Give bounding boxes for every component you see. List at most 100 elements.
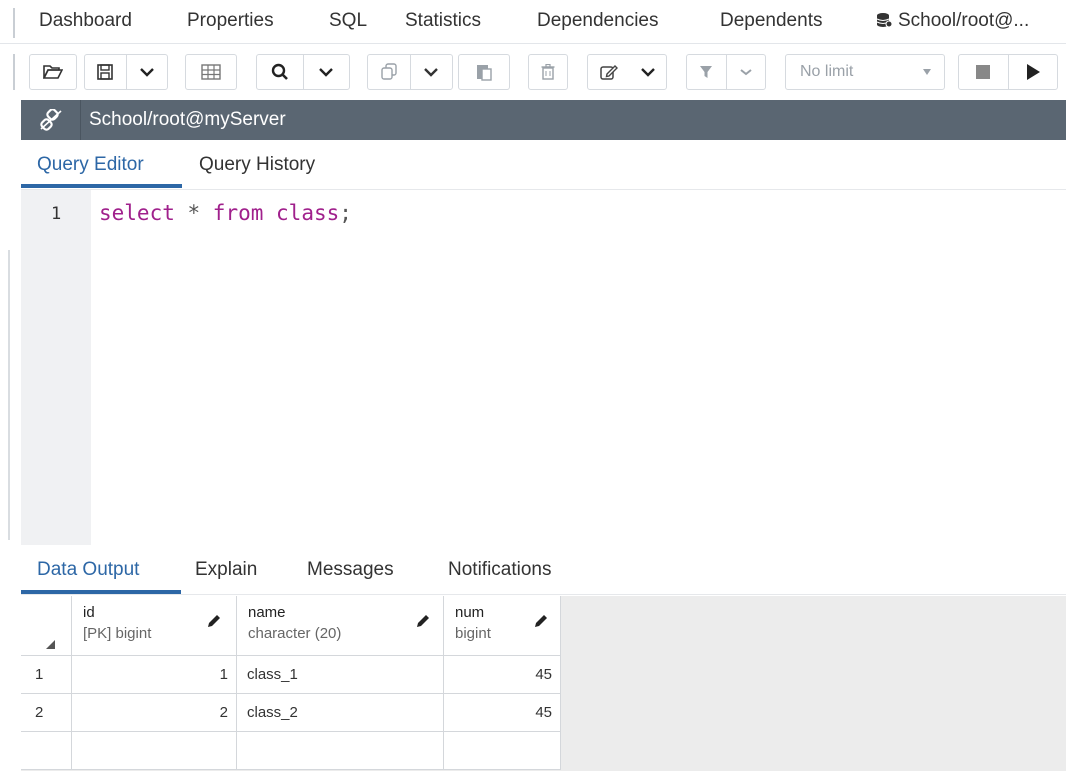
copy-options-dropdown[interactable] <box>411 55 453 89</box>
column-type: bigint <box>455 625 491 642</box>
connection-bar: School/root@myServer <box>21 100 1066 140</box>
column-type: [PK] bigint <box>83 625 152 642</box>
row-number[interactable]: 2 <box>21 694 72 732</box>
sql-editor[interactable]: 1 select * from class; <box>21 190 1066 545</box>
find-options-dropdown[interactable] <box>304 55 350 89</box>
save-file-button-group[interactable] <box>84 54 168 90</box>
tab-dependents[interactable]: Dependents <box>720 10 822 32</box>
play-icon <box>1026 64 1040 80</box>
line-gutter: 1 <box>21 190 91 545</box>
chevron-down-icon <box>319 68 334 77</box>
active-tab-indicator <box>21 184 182 188</box>
table-cell-id[interactable]: 2 <box>72 694 237 732</box>
sql-punctuation: ; <box>339 201 352 225</box>
table-cell-num[interactable]: 45 <box>444 694 561 732</box>
edit-options-dropdown[interactable] <box>587 54 667 90</box>
column-name: name <box>248 604 286 621</box>
filter-icon <box>700 66 713 78</box>
chevron-down-icon <box>139 68 154 77</box>
top-tab-bar: Dashboard Properties SQL Statistics Depe… <box>0 0 1066 44</box>
paste-icon <box>477 65 492 81</box>
sql-keyword: from <box>212 201 264 225</box>
execute-button-group[interactable] <box>958 54 1058 90</box>
sql-space <box>263 201 276 225</box>
new-row-cell[interactable] <box>444 732 561 770</box>
folder-open-icon <box>43 65 63 79</box>
tab-query-tool[interactable]: School/root@... <box>876 10 1029 32</box>
column-header-name[interactable]: name character (20) <box>237 596 444 656</box>
pencil-icon[interactable] <box>533 613 549 629</box>
toolbar: No limit <box>0 44 1066 100</box>
column-header-id[interactable]: id [PK] bigint <box>72 596 237 656</box>
panel-edge <box>8 250 10 540</box>
table-cell-name[interactable]: class_2 <box>237 694 444 732</box>
new-row-cell[interactable] <box>237 732 444 770</box>
delete-button[interactable] <box>528 54 568 90</box>
sql-operator: * <box>174 201 213 225</box>
connection-label: School/root@myServer <box>89 109 286 130</box>
editor-tab-bar: Query Editor Query History <box>21 140 1066 190</box>
filter-options-dropdown[interactable] <box>727 55 766 89</box>
tab-dashboard[interactable]: Dashboard <box>39 10 132 32</box>
connection-status-button[interactable] <box>21 100 81 140</box>
active-tab-indicator <box>21 590 181 594</box>
stop-button[interactable] <box>959 55 1008 89</box>
new-row-cell[interactable] <box>72 732 237 770</box>
new-row-number[interactable] <box>21 732 72 770</box>
tab-dependencies[interactable]: Dependencies <box>537 10 658 32</box>
table-cell-num[interactable]: 45 <box>444 656 561 694</box>
tab-query-history[interactable]: Query History <box>199 154 315 176</box>
filter-button[interactable] <box>687 55 726 89</box>
code-line: select * from class; <box>99 201 352 225</box>
filter-button-group[interactable] <box>686 54 766 90</box>
panel-edge <box>13 8 15 38</box>
tab-properties[interactable]: Properties <box>187 10 274 32</box>
save-file-button[interactable] <box>85 55 126 89</box>
tab-query-editor[interactable]: Query Editor <box>37 154 144 176</box>
pencil-icon[interactable] <box>415 613 431 629</box>
edit-grid-button[interactable] <box>185 54 237 90</box>
row-limit-value: No limit <box>800 63 854 80</box>
tab-messages[interactable]: Messages <box>307 559 394 581</box>
caret-down-icon <box>923 69 931 75</box>
panel-edge <box>13 54 15 90</box>
link-icon <box>39 109 62 131</box>
tab-data-output[interactable]: Data Output <box>37 559 139 581</box>
column-header-num[interactable]: num bigint <box>444 596 561 656</box>
table-grid-icon <box>201 64 221 80</box>
tab-statistics[interactable]: Statistics <box>405 10 481 32</box>
row-number[interactable]: 1 <box>21 656 72 694</box>
edit-icon <box>599 65 618 80</box>
chevron-down-icon <box>424 68 439 77</box>
table-cell-id[interactable]: 1 <box>72 656 237 694</box>
pencil-icon[interactable] <box>206 613 222 629</box>
column-name: id <box>83 604 95 621</box>
copy-button[interactable] <box>368 55 410 89</box>
select-all-icon <box>46 640 55 649</box>
tab-explain[interactable]: Explain <box>195 559 257 581</box>
grid-corner-header[interactable] <box>21 596 72 656</box>
line-number: 1 <box>51 204 62 224</box>
paste-button[interactable] <box>458 54 510 90</box>
save-icon <box>97 64 114 80</box>
search-icon <box>271 63 288 80</box>
find-button-group[interactable] <box>256 54 350 90</box>
execute-button[interactable] <box>1009 55 1058 89</box>
column-name: num <box>455 604 485 621</box>
trash-icon <box>541 64 555 80</box>
tab-query-tool-label: School/root@... <box>898 10 1030 31</box>
table-cell-name[interactable]: class_1 <box>237 656 444 694</box>
tab-notifications[interactable]: Notifications <box>448 559 552 581</box>
open-file-button[interactable] <box>29 54 77 90</box>
save-options-dropdown[interactable] <box>127 55 168 89</box>
copy-icon <box>381 63 397 80</box>
sql-identifier: class <box>276 201 340 225</box>
stop-icon <box>976 65 991 79</box>
row-limit-select[interactable]: No limit <box>785 54 945 90</box>
find-button[interactable] <box>257 55 303 89</box>
copy-button-group[interactable] <box>367 54 453 90</box>
sql-keyword: select <box>99 201 175 225</box>
tab-sql[interactable]: SQL <box>329 10 367 32</box>
data-grid: id [PK] bigint name character (20) num b… <box>21 596 1066 771</box>
column-type: character (20) <box>248 625 342 642</box>
